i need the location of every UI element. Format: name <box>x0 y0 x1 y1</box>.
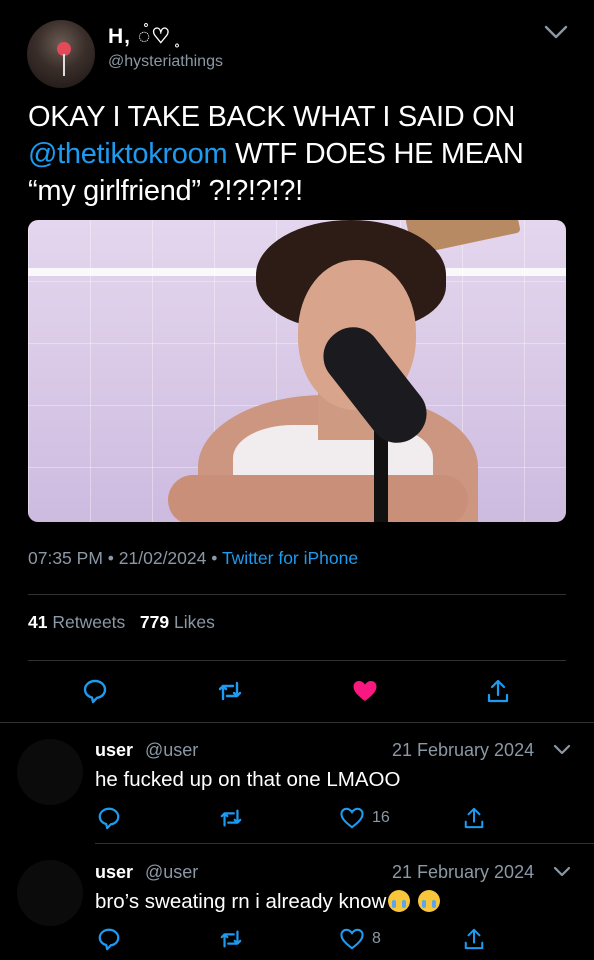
reply-like-count: 8 <box>372 930 381 947</box>
reply-avatar[interactable] <box>17 739 83 805</box>
likes-stat[interactable]: 779 Likes <box>140 612 215 632</box>
tweet-media-image[interactable] <box>28 220 566 522</box>
heart-outline-icon[interactable] <box>340 807 364 829</box>
reply-author-name[interactable]: user <box>95 740 133 761</box>
tweet-time: 07:35 PM <box>28 548 103 568</box>
reply-date: 21 February 2024 <box>392 740 535 760</box>
tweet-text-line: OKAY I TAKE BACK WHAT I SAID ON <box>28 101 516 133</box>
reply-author-handle[interactable]: @user <box>145 740 198 761</box>
divider <box>28 660 566 661</box>
reply-author-name[interactable]: user <box>95 862 133 883</box>
reply-avatar[interactable] <box>17 860 83 926</box>
author-avatar[interactable] <box>27 20 95 88</box>
reply-text: bro’s sweating rn i already know <box>95 890 441 914</box>
reply-icon[interactable] <box>97 806 121 830</box>
tweet-stats: 41 Retweets 779 Likes <box>28 612 215 633</box>
divider <box>28 594 566 595</box>
retweet-icon[interactable] <box>218 927 244 951</box>
person-arms <box>168 475 468 522</box>
heart-icon[interactable] <box>352 679 378 703</box>
chevron-down-icon[interactable] <box>543 22 569 42</box>
share-icon[interactable] <box>463 927 485 951</box>
likes-count: 779 <box>139 612 170 632</box>
chevron-down-icon[interactable] <box>553 743 571 757</box>
reply-icon[interactable] <box>97 927 121 951</box>
retweet-icon[interactable] <box>218 806 244 830</box>
reply-like-count: 16 <box>372 809 390 826</box>
retweets-count: 41 <box>28 612 48 632</box>
tweet-text: OKAY I TAKE BACK WHAT I SAID ON @thetikt… <box>28 99 568 210</box>
reply-date: 21 February 2024 <box>392 862 535 882</box>
retweets-stat[interactable]: 41 Retweets <box>28 612 125 632</box>
meta-separator: • <box>107 548 119 568</box>
likes-label: Likes <box>173 612 215 632</box>
reply-text: he fucked up on that one LMAOO <box>95 768 401 791</box>
author-handle[interactable]: @hysteriathings <box>108 53 223 71</box>
share-icon[interactable] <box>486 678 510 704</box>
meta-separator: • <box>211 548 222 568</box>
author-display-name[interactable]: H, ◌̊♡ ̥ <box>108 24 178 49</box>
tweet-meta: 07:35 PM • 21/02/2024 • Twitter for iPho… <box>28 548 358 569</box>
tweet-text-line: WTF DOES HE MEAN <box>227 138 524 170</box>
retweets-label: Retweets <box>52 612 126 632</box>
mention-link[interactable]: @thetiktokroom <box>28 138 228 170</box>
retweet-icon[interactable] <box>216 678 244 704</box>
reply-author-handle[interactable]: @user <box>145 862 198 883</box>
tweet-text-line: “my girlfriend” ?!?!?!?! <box>28 175 303 207</box>
heart-outline-icon[interactable] <box>340 928 364 950</box>
share-icon[interactable] <box>463 806 485 830</box>
divider <box>0 722 594 723</box>
tweet-client-link[interactable]: Twitter for iPhone <box>222 548 358 568</box>
reply-icon[interactable] <box>82 678 108 704</box>
divider <box>95 843 594 844</box>
loudly-crying-face-icon <box>418 890 441 912</box>
reply-text-body: bro’s sweating rn i already know <box>95 890 387 913</box>
tweet-date: 21/02/2024 <box>118 548 207 568</box>
loudly-crying-face-icon <box>388 890 411 912</box>
lollipop-stick-detail <box>63 54 65 76</box>
chevron-down-icon[interactable] <box>553 865 571 879</box>
